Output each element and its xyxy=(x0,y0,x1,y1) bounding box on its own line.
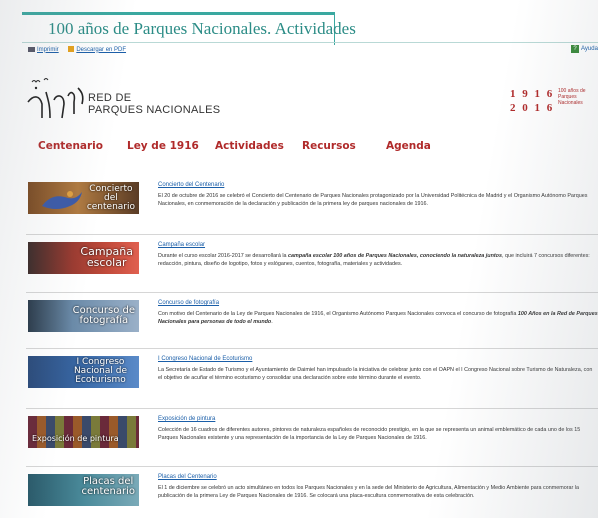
nav-item-actividades[interactable]: Actividades xyxy=(215,140,284,152)
thumb-line: fotografía xyxy=(79,315,129,326)
page-actions: Imprimir Descargar en PDF xyxy=(28,46,134,53)
title-divider xyxy=(22,42,598,43)
desc-part: . xyxy=(271,319,273,325)
page-title-tab: 100 años de Parques Nacionales. Activida… xyxy=(22,12,356,45)
activity-description: El 20 de octubre de 2016 se celebró el C… xyxy=(158,193,588,207)
logo-wordmark: RED DE PARQUES NACIONALES xyxy=(88,92,220,116)
year-start: 1 9 1 6 xyxy=(510,88,555,100)
year-end: 2 0 1 6 xyxy=(510,102,555,114)
page: 100 años de Parques Nacionales. Activida… xyxy=(0,0,598,518)
nav-item-ley-1916[interactable]: Ley de 1916 xyxy=(127,140,199,152)
list-item: Concierto del centenario Concierto del Cen… xyxy=(26,176,598,235)
desc-part: Con motivo del Centenario de la Ley de P… xyxy=(158,311,518,317)
activity-description: Con motivo del Centenario de la Ley de P… xyxy=(158,310,598,326)
thumb-line: centenario xyxy=(86,202,135,212)
list-item: Placas del centenario Placas del Centenar… xyxy=(26,468,598,518)
nav-item-recursos[interactable]: Recursos xyxy=(302,140,356,152)
thumb-label: Campaña escolar xyxy=(80,246,133,268)
placas-thumbnail[interactable]: Placas del centenario xyxy=(28,474,139,506)
activity-description: Durante el curso escolar 2016-2017 se de… xyxy=(158,252,598,268)
centenary-years: 1 9 1 6 2 0 1 6 xyxy=(510,87,554,115)
activity-description: El 1 de diciembre se celebró un acto sim… xyxy=(158,485,579,499)
thumb-line: Ecoturismo xyxy=(75,375,126,385)
centenary-caption-3: Nacionales xyxy=(558,100,583,106)
desc-emphasis: campaña escolar 100 años de Parques Naci… xyxy=(288,253,502,259)
nav-item-centenario[interactable]: Centenario xyxy=(38,140,103,152)
activity-title-link[interactable]: Exposición de pintura xyxy=(158,416,215,422)
activity-description: Colección de 16 cuadros de diferentes au… xyxy=(158,427,581,441)
print-link[interactable]: Imprimir xyxy=(28,46,59,53)
logo-line-2: PARQUES NACIONALES xyxy=(88,104,221,116)
bird-icon xyxy=(42,191,82,209)
list-item: I Congreso Nacional de Ecoturismo I Congre… xyxy=(26,350,598,409)
list-item: Exposición de pintura Exposición de pint… xyxy=(26,410,598,467)
thumb-label: I Congreso Nacional de Ecoturismo xyxy=(74,358,127,385)
list-item: Concurso de fotografía Concurso de fotogr… xyxy=(26,294,598,349)
thumb-label: Concurso de fotografía xyxy=(73,306,135,326)
campana-thumbnail[interactable]: Campaña escolar xyxy=(28,242,139,274)
help-label: Ayuda xyxy=(581,46,598,52)
thumb-label: Exposición de pintura xyxy=(32,434,119,443)
fotografia-thumbnail[interactable]: Concurso de fotografía xyxy=(28,300,139,332)
print-label: Imprimir xyxy=(37,46,59,53)
activity-title-link[interactable]: Campaña escolar xyxy=(158,242,205,248)
activity-title-link[interactable]: Concurso de fotografía xyxy=(158,300,219,306)
concierto-thumbnail[interactable]: Concierto del centenario xyxy=(28,182,139,214)
help-icon: ? xyxy=(571,45,579,53)
pintura-thumbnail[interactable]: Exposición de pintura xyxy=(28,416,139,448)
main-nav: Centenario Ley de 1916 Actividades Recur… xyxy=(0,140,598,160)
list-item: Campaña escolar Campaña escolar Durante e… xyxy=(26,236,598,293)
nav-item-agenda[interactable]: Agenda xyxy=(386,140,431,152)
printer-icon xyxy=(28,46,35,52)
help-button[interactable]: ? Ayuda xyxy=(571,45,598,53)
activity-description: La Secretaría de Estado de Turismo y el … xyxy=(158,367,593,381)
thumb-line: escolar xyxy=(86,256,127,269)
thumb-label: Concierto del centenario xyxy=(87,185,135,212)
thumb-line: centenario xyxy=(81,486,135,497)
activity-title-link[interactable]: Placas del Centenario xyxy=(158,474,217,480)
page-title: 100 años de Parques Nacionales. Activida… xyxy=(48,19,356,38)
centenary-caption: 100 años de Parques Nacionales xyxy=(558,88,586,106)
pdf-label: Descargar en PDF xyxy=(76,46,127,53)
ecoturismo-thumbnail[interactable]: I Congreso Nacional de Ecoturismo xyxy=(28,356,139,388)
activity-title-link[interactable]: Concierto del Centenario xyxy=(158,182,224,188)
thumb-label: Placas del centenario xyxy=(81,477,135,497)
activity-title-link[interactable]: I Congreso Nacional de Ecoturismo xyxy=(158,356,252,362)
logo-line-1: RED DE xyxy=(88,92,132,104)
pdf-icon xyxy=(68,46,75,52)
pdf-download-link[interactable]: Descargar en PDF xyxy=(68,46,127,53)
desc-part: Durante el curso escolar 2016-2017 se de… xyxy=(158,253,289,259)
